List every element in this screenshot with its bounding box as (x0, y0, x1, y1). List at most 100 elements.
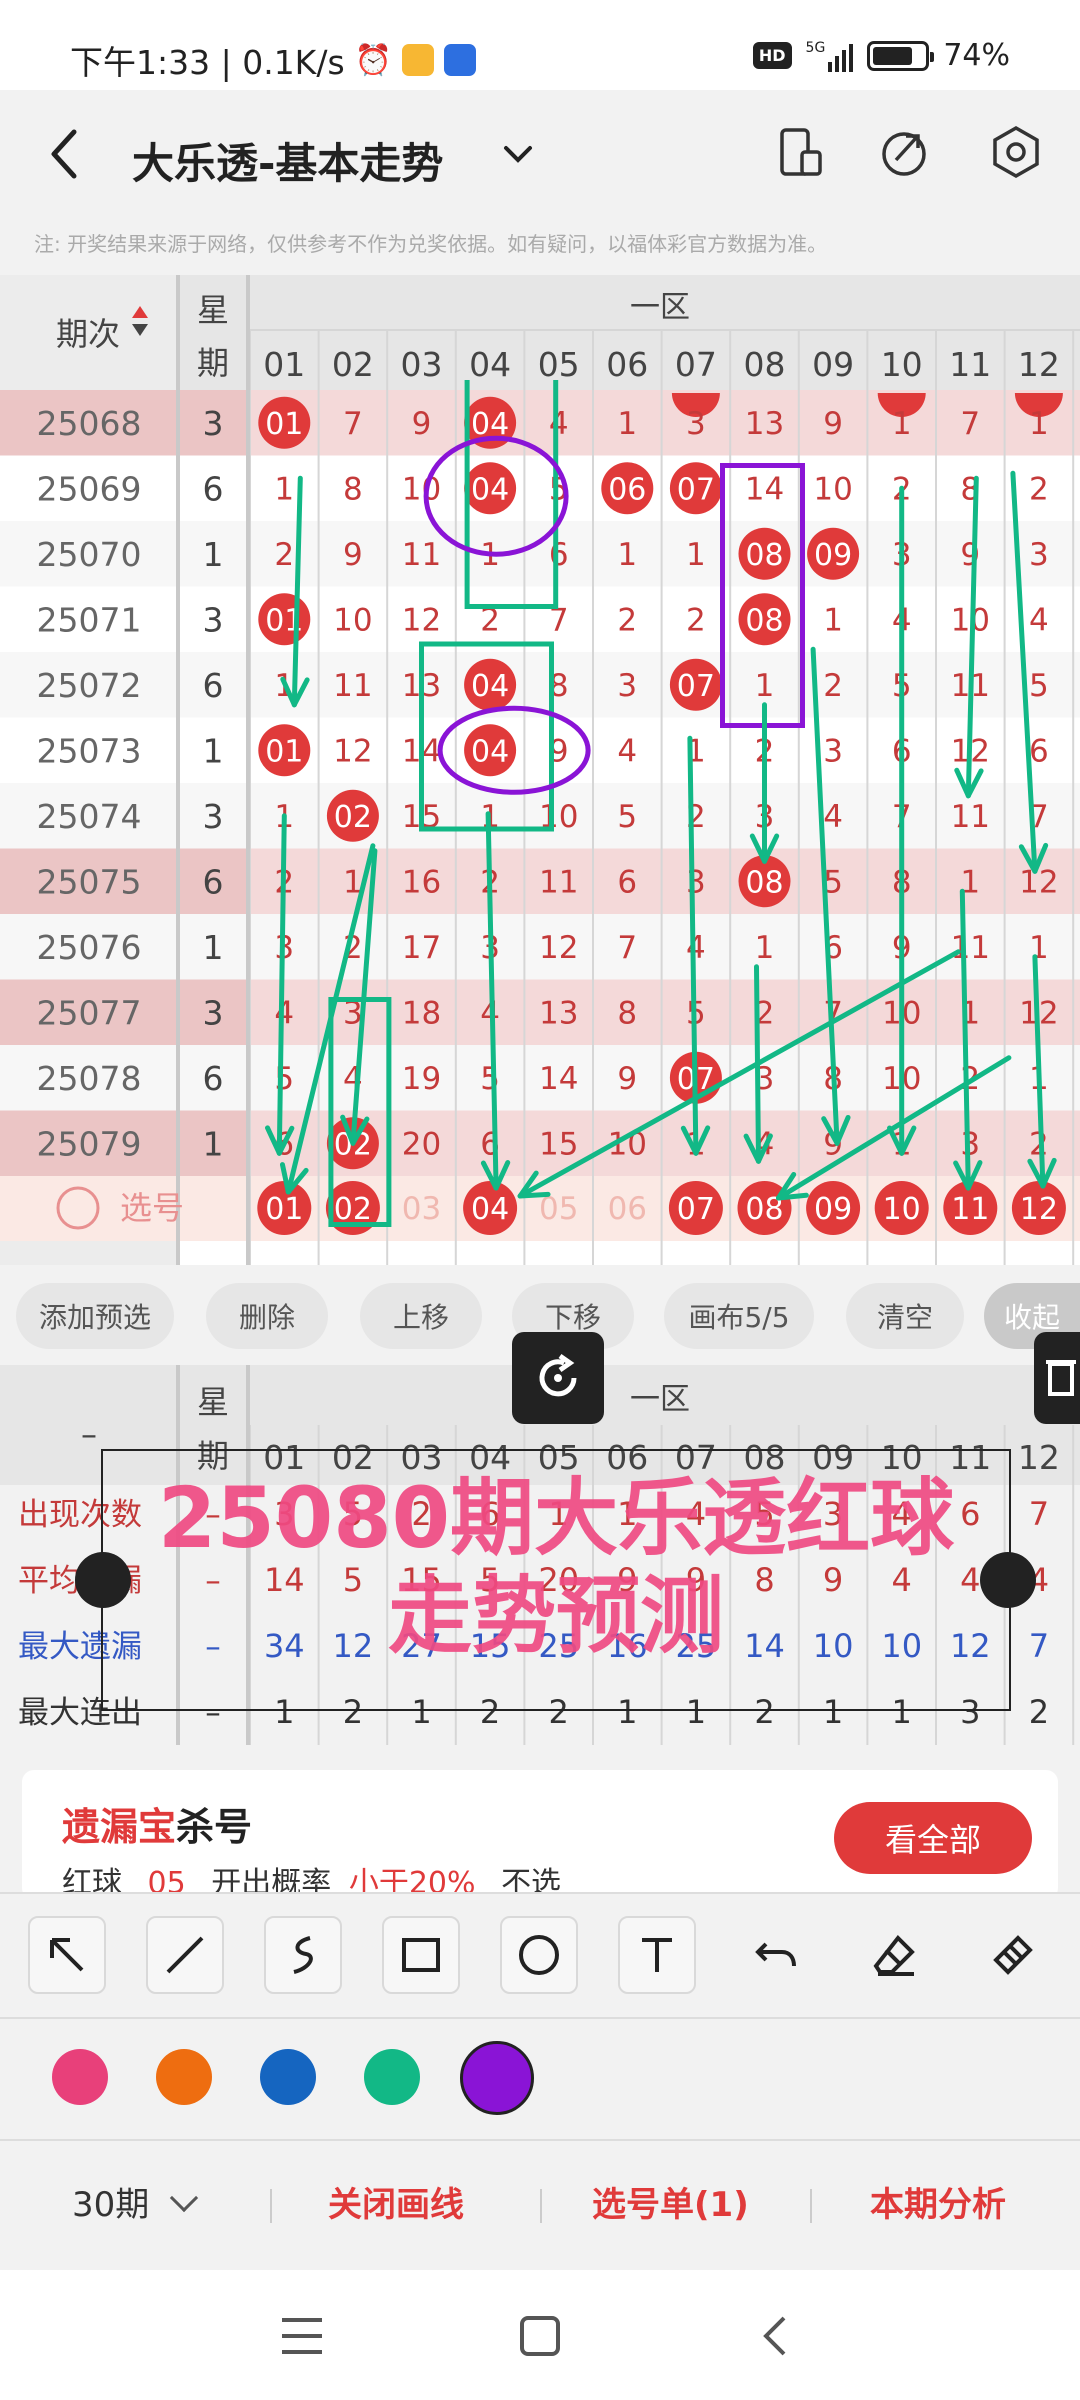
omission-value: 1 (1029, 930, 1049, 966)
period-number: 25071 (37, 600, 142, 639)
omission-value: 6 (549, 537, 569, 573)
drawn-ball-number: 04 (471, 472, 509, 507)
freehand-tool-button[interactable] (264, 1916, 342, 1994)
eraser-button[interactable] (856, 1916, 934, 1994)
selection-list-button[interactable]: 选号单(1) (592, 2177, 749, 2226)
undo-button[interactable] (738, 1916, 816, 1994)
omission-value: 11 (402, 537, 441, 573)
omission-value: 3 (686, 864, 706, 900)
resize-handle-right[interactable] (980, 1552, 1036, 1608)
color-swatch-blue[interactable] (260, 2049, 316, 2105)
stats-column-header: 12 (1018, 1438, 1060, 1477)
omission-value: 13 (745, 406, 784, 442)
period-select[interactable]: 30期 (72, 2177, 199, 2226)
settings-icon[interactable] (988, 124, 1044, 180)
drawn-ball-number: 06 (608, 472, 646, 507)
color-swatch-purple-selected[interactable] (460, 2041, 534, 2115)
baidu-app-icon (444, 44, 476, 76)
stats-value: 1 (892, 1693, 912, 1731)
canvas-page-button[interactable]: 画布5/5 (664, 1283, 814, 1349)
color-swatch-orange[interactable] (156, 2049, 212, 2105)
omission-value: 1 (1029, 406, 1049, 442)
period-number: 25076 (37, 928, 142, 967)
rotate-icon[interactable] (512, 1332, 604, 1424)
home-icon[interactable] (518, 2314, 562, 2358)
line-icon (166, 1936, 204, 1974)
omission-value: 1 (755, 668, 775, 704)
omission-value: 12 (539, 930, 578, 966)
grid-row-bg (0, 521, 1080, 587)
trend-grid[interactable]: 期次星期一区 01 02 03 04 05 06 07 08 09 10 11 12 25068 3 01 7 9… (0, 275, 1080, 1265)
annotation-arrow-head (517, 1191, 551, 1199)
column-header: 10 (881, 345, 923, 384)
omission-value: 3 (960, 1126, 980, 1162)
grid-row-bg (0, 455, 1080, 521)
unselected-ball-number[interactable]: 06 (608, 1191, 647, 1227)
chevron-down-icon (169, 2183, 199, 2213)
notes-app-icon (402, 44, 434, 76)
menu-icon[interactable] (280, 2316, 324, 2356)
omission-value: 5 (274, 1061, 294, 1097)
chevron-down-icon[interactable] (500, 136, 536, 172)
trash-icon[interactable] (1034, 1332, 1080, 1424)
omission-value: 14 (745, 471, 784, 507)
omission-value: 12 (333, 733, 372, 769)
close-draw-button[interactable]: 关闭画线 (328, 2177, 464, 2226)
arrow-icon (50, 1938, 84, 1972)
move-up-button[interactable]: 上移 (360, 1283, 482, 1349)
draw-trend-icon[interactable] (876, 124, 932, 180)
stats-header-dash: – (81, 1415, 97, 1453)
rectangle-tool-button[interactable] (382, 1916, 460, 1994)
layout-switch-icon[interactable] (772, 124, 828, 180)
week-day: 1 (203, 1124, 224, 1163)
stats-value: 10 (813, 1627, 854, 1665)
week-day: 3 (203, 404, 224, 443)
omission-value: 6 (1029, 733, 1049, 769)
unselected-ball-number[interactable]: 03 (402, 1191, 441, 1227)
status-bar: 下午1:33 | 0.1K/s ⏰ HD 5G 74% (0, 0, 1080, 90)
color-swatch-pink[interactable] (52, 2049, 108, 2105)
period-number: 25073 (37, 731, 142, 770)
card-title: 遗漏宝杀号 (62, 1796, 252, 1851)
view-all-button[interactable]: 看全部 (834, 1802, 1032, 1874)
selected-ball-number: 01 (265, 1192, 303, 1227)
period-number: 25077 (37, 993, 142, 1032)
card-title-brand: 遗漏宝 (62, 1805, 177, 1849)
drawn-ball-number: 08 (745, 538, 783, 573)
stats-value: 2 (480, 1693, 500, 1731)
omission-value: 4 (617, 733, 637, 769)
back-icon[interactable] (44, 124, 84, 184)
week-day: 6 (203, 666, 224, 705)
arrow-tool-button[interactable] (28, 1916, 106, 1994)
period-header: 期次 (56, 315, 120, 353)
back-nav-icon[interactable] (760, 2314, 790, 2358)
week-day: 1 (203, 731, 224, 770)
grid-row-bg (0, 717, 1080, 783)
circle-tool-button[interactable] (500, 1916, 578, 1994)
clear-button[interactable]: 清空 (846, 1283, 964, 1349)
omission-value: 15 (539, 1126, 578, 1162)
stats-value: 2 (1029, 1693, 1049, 1731)
column-header: 07 (675, 345, 717, 384)
column-header: 11 (949, 345, 991, 384)
delete-button[interactable]: 删除 (206, 1283, 328, 1349)
omission-value: 4 (823, 799, 843, 835)
omission-value: 3 (617, 668, 637, 704)
period-select-label: 30期 (72, 2185, 150, 2225)
clear-drawing-button[interactable] (974, 1916, 1052, 1994)
stats-value: 1 (274, 1693, 294, 1731)
period-number: 25078 (37, 1059, 142, 1098)
color-swatch-green[interactable] (364, 2049, 420, 2105)
page-title[interactable]: 大乐透-基本走势 (132, 130, 443, 191)
omission-value: 4 (1029, 602, 1049, 638)
resize-handle-left[interactable] (75, 1552, 131, 1608)
line-tool-button[interactable] (146, 1916, 224, 1994)
stats-value: 4 (960, 1561, 980, 1599)
drawn-ball-number: 08 (745, 603, 783, 638)
stats-value: 12 (950, 1627, 991, 1665)
add-preselect-button[interactable]: 添加预选 (16, 1283, 174, 1349)
text-tool-button[interactable] (618, 1916, 696, 1994)
period-analysis-button[interactable]: 本期分析 (870, 2177, 1006, 2226)
trend-grid-canvas[interactable]: 期次星期一区01 02 03 04 05 06 07 08 09 10 11 1225068 3 01 7 9… (0, 275, 1080, 1265)
divider (540, 2189, 542, 2223)
